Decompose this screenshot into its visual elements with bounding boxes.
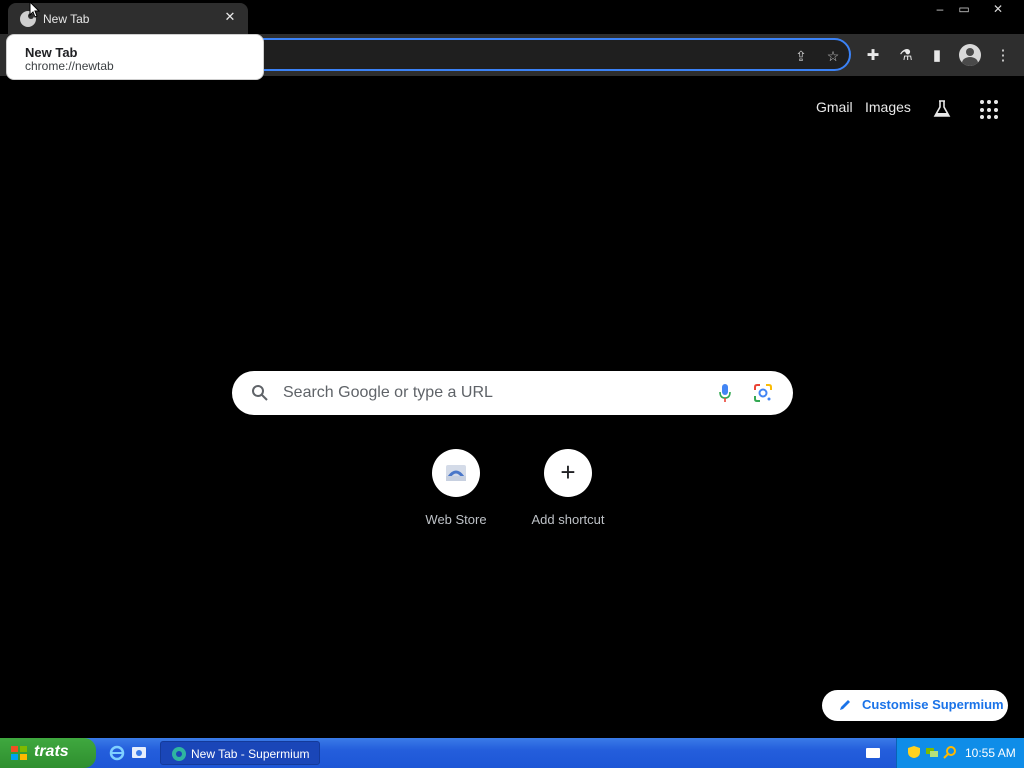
hover-card-url: chrome://newtab [25,59,114,73]
system-tray: 10:55 AM [896,738,1024,768]
keyboard-layout-icon[interactable] [866,748,880,758]
tab-close-icon[interactable]: ✕ [222,9,238,25]
customise-button[interactable]: Customise Supermium [822,690,1008,721]
labs-flask-icon[interactable]: ⚗ [895,45,917,67]
hover-card-title: New Tab [25,45,78,60]
search-icon [252,385,268,401]
voice-search-icon[interactable] [718,383,732,403]
security-shield-icon[interactable] [907,745,921,759]
add-shortcut-tile: + [544,449,592,497]
taskbar-item-supermium[interactable]: New Tab - Supermium [160,741,320,765]
extensions-icon[interactable]: ✚ [862,45,884,67]
internet-explorer-icon[interactable] [109,745,125,761]
minimize-button[interactable]: – [929,1,951,17]
start-label: trats [34,743,69,760]
mouse-cursor-icon [29,1,41,18]
restore-button[interactable]: ▭ [953,1,975,17]
shortcut-add[interactable]: + Add shortcut [512,449,624,535]
shortcut-label: Web Store [425,512,487,527]
search-placeholder: Search Google or type a URL [283,384,493,401]
google-lens-icon[interactable] [753,383,773,403]
side-panel-icon[interactable]: ▮ [926,45,948,67]
gmail-link[interactable]: Gmail [816,99,853,115]
shortcut-label: Add shortcut [531,512,605,527]
pencil-icon [840,700,850,710]
plus-icon: + [560,457,576,487]
windows-flag-icon [11,746,27,760]
search-box[interactable]: Search Google or type a URL [232,371,793,415]
network-icon[interactable] [925,745,939,759]
close-window-button[interactable]: ✕ [987,1,1009,17]
menu-kebab-icon[interactable]: ⋮ [992,45,1014,67]
shortcut-web-store[interactable]: Web Store [400,449,512,535]
tab-title: New Tab [43,12,90,26]
taskbar-item-label: New Tab - Supermium [191,747,310,761]
tab-hover-card: New Tab chrome://newtab [6,34,264,80]
taskbar-clock[interactable]: 10:55 AM [965,746,1016,760]
share-icon[interactable]: ⇪ [791,46,811,66]
images-link[interactable]: Images [865,99,911,115]
supermium-icon [172,747,186,761]
web-store-tile [432,449,480,497]
web-store-icon [446,465,466,481]
customise-label: Customise Supermium [862,697,1004,712]
labs-flask-icon[interactable] [932,99,952,119]
profile-avatar-icon[interactable] [959,44,981,66]
screen: New Tab ✕ – ▭ ✕ ⇪ ☆ ✚ ⚗ ▮ ⋮ New Tab chro… [0,0,1024,768]
tab-new-tab[interactable]: New Tab ✕ [8,3,248,34]
tab-strip: New Tab ✕ – ▭ ✕ [0,0,1024,34]
search-tray-icon[interactable] [943,745,957,759]
show-desktop-icon[interactable] [131,745,147,761]
start-button[interactable]: trats [0,738,96,768]
bookmark-star-icon[interactable]: ☆ [823,46,843,66]
google-apps-icon[interactable] [980,100,1000,120]
